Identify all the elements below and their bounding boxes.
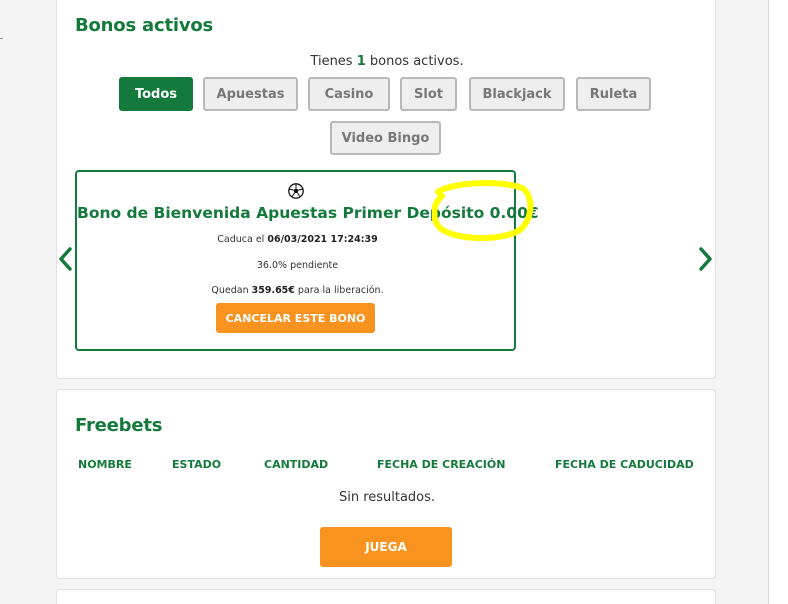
bonus-expiry: Caduca el 06/03/2021 17:24:39: [77, 234, 518, 245]
summary-suffix: bonos activos.: [365, 54, 464, 69]
bonus-card: Bono de Bienvenida Apuestas Primer Depós…: [75, 170, 539, 351]
column-header-cantidad: CANTIDAD: [264, 458, 329, 471]
filter-todos[interactable]: Todos: [119, 77, 193, 111]
bonus-pending: 36.0% pendiente: [256, 260, 339, 271]
active-bonuses-card: Bonos activos Tienes 1 bonos activos. To…: [56, 0, 716, 379]
right-side-panel: [768, 0, 788, 604]
filter-apuestas[interactable]: Apuestas: [203, 77, 298, 111]
summary-prefix: Tienes: [310, 54, 357, 69]
remaining-label: Quedan: [211, 285, 252, 296]
expiry-date: 06/03/2021 17:24:39: [267, 234, 378, 245]
cancel-bonus-button[interactable]: CANCELAR ESTE BONO: [216, 303, 375, 333]
filter-slot[interactable]: Slot: [400, 77, 457, 111]
summary-count: 1: [356, 54, 366, 69]
chevron-left-icon[interactable]: [57, 246, 75, 272]
column-header-fecha-caducidad: FECHA DE CADUCIDAD: [555, 458, 694, 471]
page: Bonos activos Tienes 1 bonos activos. To…: [0, 0, 788, 604]
filter-video-bingo[interactable]: Video Bingo: [330, 121, 441, 155]
soccer-ball-icon: [288, 183, 304, 199]
column-header-estado: ESTADO: [172, 458, 222, 471]
expiry-label: Caduca el: [217, 234, 268, 245]
left-edge-line: [0, 38, 3, 39]
filter-ruleta[interactable]: Ruleta: [576, 77, 651, 111]
bonus-title: Bono de Bienvenida Apuestas Primer Depós…: [77, 204, 539, 222]
play-button[interactable]: JUEGA: [320, 527, 452, 567]
bonus-remaining: Quedan 359.65€ para la liberación.: [77, 285, 518, 296]
chevron-right-icon[interactable]: [696, 246, 714, 272]
next-card: [56, 589, 716, 604]
active-bonuses-summary: Tienes 1 bonos activos.: [57, 54, 717, 69]
active-bonuses-title: Bonos activos: [75, 15, 214, 36]
freebets-card: Freebets NOMBRE ESTADO CANTIDAD FECHA DE…: [56, 389, 716, 579]
remaining-amount: 359.65€: [251, 285, 295, 296]
remaining-suffix: para la liberación.: [294, 285, 384, 296]
column-header-fecha-creacion: FECHA DE CREACIÓN: [377, 458, 506, 471]
empty-results-text: Sin resultados.: [338, 490, 436, 505]
filter-blackjack[interactable]: Blackjack: [469, 77, 565, 111]
column-header-nombre: NOMBRE: [78, 458, 132, 471]
freebets-title: Freebets: [75, 415, 163, 436]
filter-casino[interactable]: Casino: [308, 77, 390, 111]
